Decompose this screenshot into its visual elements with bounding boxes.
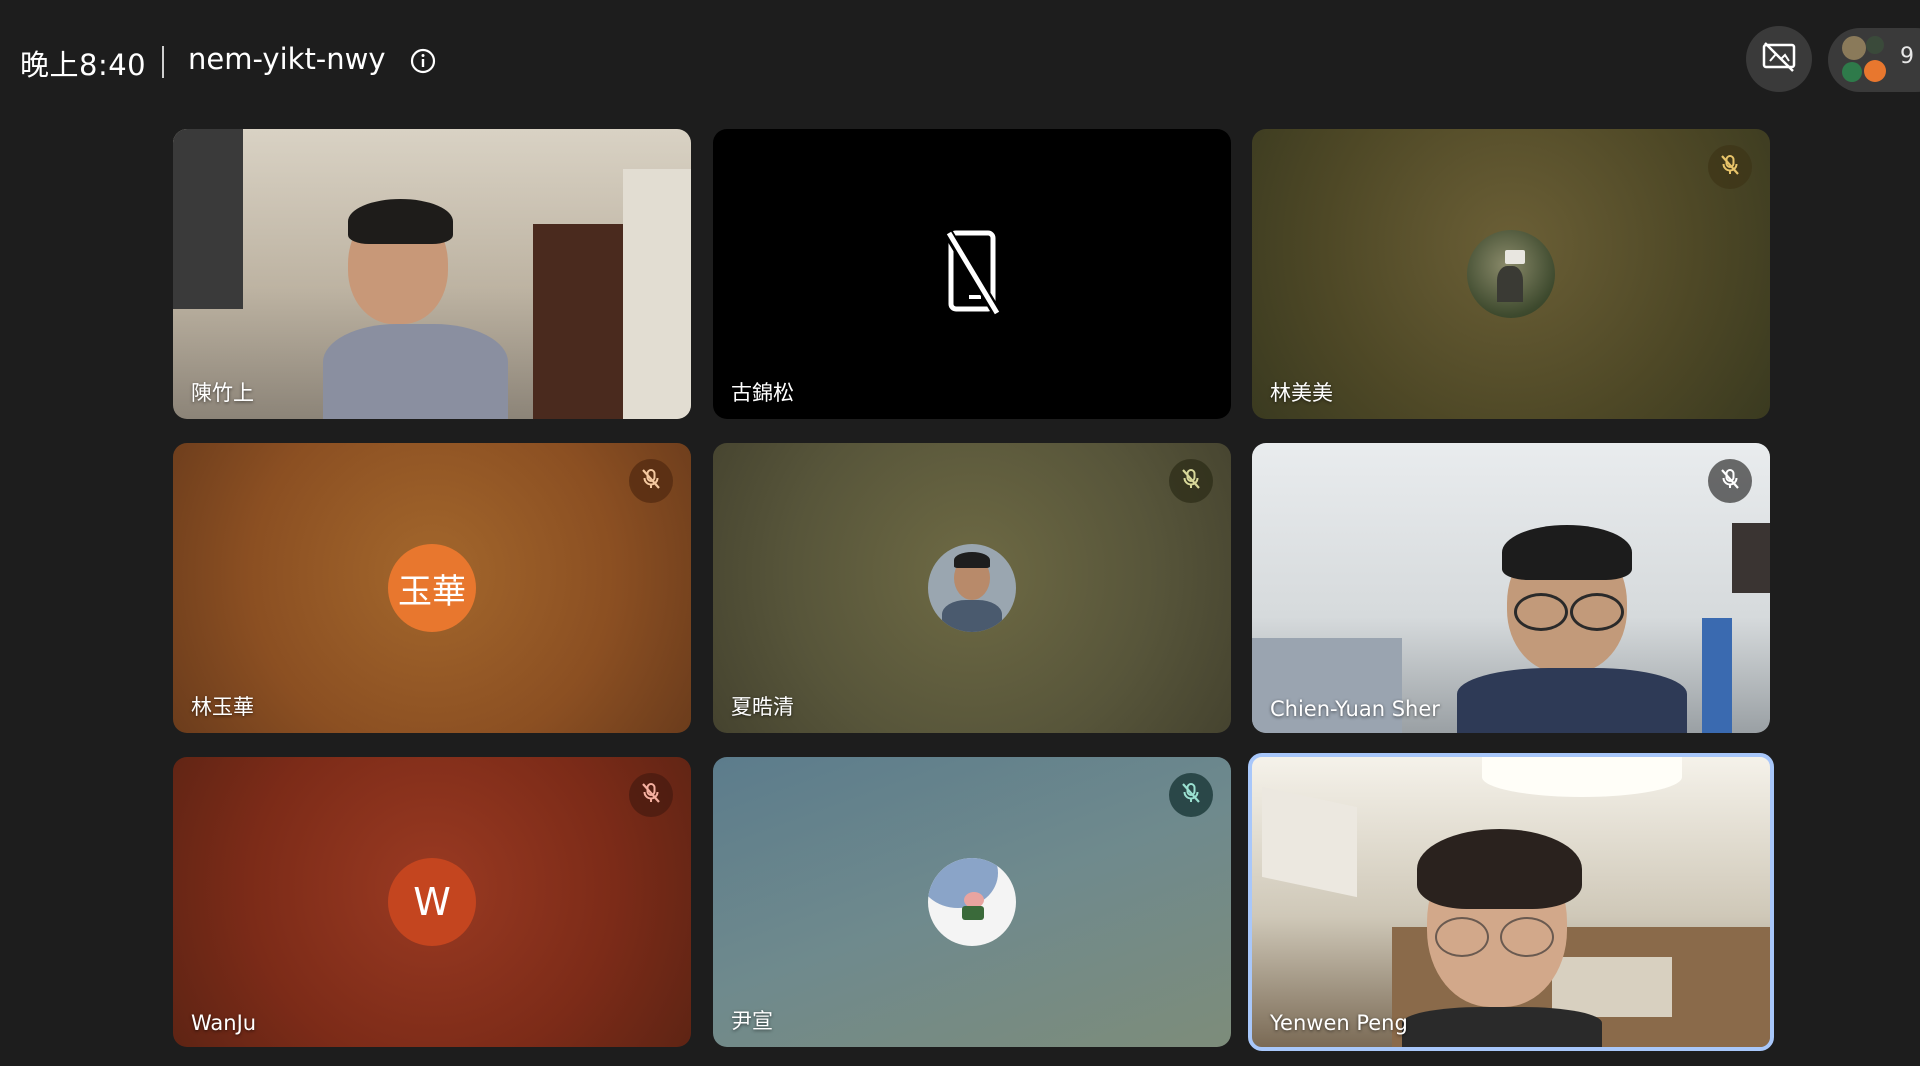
avatar-initials: W [413, 880, 451, 924]
participant-tile[interactable]: Yenwen Peng [1248, 753, 1774, 1051]
participant-name: 林美美 [1270, 381, 1333, 405]
mic-off-icon [639, 467, 663, 495]
avatar [1467, 230, 1555, 318]
mute-indicator [1708, 459, 1752, 503]
participant-name: Yenwen Peng [1270, 1011, 1408, 1035]
avatar: W [388, 858, 476, 946]
mute-indicator [629, 773, 673, 817]
participant-name: 古錦松 [731, 381, 794, 405]
participant-name: 陳竹上 [191, 381, 254, 405]
participant-name: Chien-Yuan Sher [1270, 697, 1440, 721]
participant-name: 夏晧清 [731, 695, 794, 719]
mic-off-icon [1179, 467, 1203, 495]
participant-tile[interactable]: 玉華 林玉華 [173, 443, 691, 733]
avatar [1842, 62, 1862, 82]
meeting-code: nem-yikt-nwy [188, 42, 386, 76]
mute-indicator [629, 459, 673, 503]
participant-tile[interactable]: 夏晧清 [713, 443, 1231, 733]
participant-tile[interactable]: 林美美 [1252, 129, 1770, 419]
mic-off-icon [1718, 467, 1742, 495]
avatar-initials: 玉華 [398, 571, 466, 612]
divider [162, 46, 164, 78]
phone-off-icon [942, 228, 1002, 319]
video-feed [1252, 443, 1770, 733]
participant-name: 林玉華 [191, 695, 254, 719]
participant-tile[interactable]: W WanJu [173, 757, 691, 1047]
avatar [1864, 60, 1886, 82]
presentation-button[interactable] [1746, 26, 1812, 92]
participant-name: 尹宣 [731, 1009, 773, 1033]
mic-off-icon [639, 781, 663, 809]
participant-tile[interactable]: 尹宣 [713, 757, 1231, 1047]
participant-tile[interactable]: 古錦松 [713, 129, 1231, 419]
participant-name: WanJu [191, 1011, 257, 1035]
mic-off-icon [1179, 781, 1203, 809]
info-icon[interactable] [410, 48, 436, 74]
avatar [928, 858, 1016, 946]
mute-indicator [1169, 459, 1213, 503]
avatar [1866, 36, 1884, 54]
clock-time: 晚上8:40 [20, 48, 147, 82]
avatar [928, 544, 1016, 632]
mic-off-icon [1718, 153, 1742, 181]
video-feed [173, 129, 691, 419]
participant-tile[interactable]: Chien-Yuan Sher [1252, 443, 1770, 733]
mute-indicator [1169, 773, 1213, 817]
top-bar: 晚上8:40 nem-yikt-nwy 9 [0, 0, 1920, 120]
presentation-off-icon [1761, 41, 1797, 77]
video-feed [1252, 757, 1770, 1047]
mute-indicator [1708, 145, 1752, 189]
participant-tile[interactable]: 陳竹上 [173, 129, 691, 419]
avatar [1842, 36, 1866, 60]
participant-count: 9 [1900, 44, 1914, 69]
avatar: 玉華 [388, 544, 476, 632]
